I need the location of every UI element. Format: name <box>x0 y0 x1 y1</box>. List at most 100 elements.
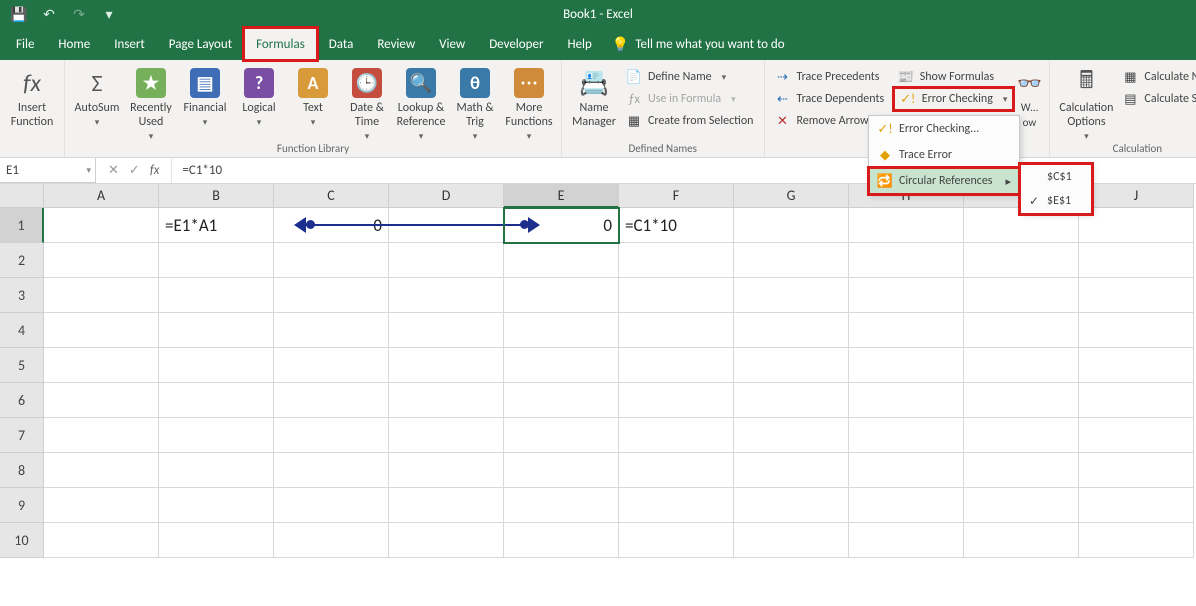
circular-ref-item[interactable]: $C$1 <box>1021 165 1091 189</box>
cell[interactable] <box>619 418 734 453</box>
cell[interactable] <box>849 348 964 383</box>
cell[interactable] <box>389 348 504 383</box>
cell[interactable] <box>504 453 619 488</box>
show-formulas-button[interactable]: 📰Show Formulas <box>894 66 1014 88</box>
cell[interactable] <box>274 383 389 418</box>
cell[interactable] <box>44 313 159 348</box>
column-header[interactable]: J <box>1079 184 1194 208</box>
cell[interactable] <box>619 348 734 383</box>
use-in-formula-button[interactable]: ƒxUse in Formula▾ <box>622 88 758 110</box>
trace-dependents-button[interactable]: ⇠Trace Dependents <box>771 88 892 110</box>
cell[interactable] <box>274 453 389 488</box>
cell[interactable] <box>389 313 504 348</box>
row-header[interactable]: 3 <box>0 278 44 313</box>
cell[interactable] <box>504 348 619 383</box>
cell[interactable] <box>44 383 159 418</box>
cell[interactable] <box>389 488 504 523</box>
cell[interactable] <box>1079 313 1194 348</box>
error-checking-button[interactable]: ✓!Error Checking▾ <box>894 88 1014 110</box>
cell[interactable] <box>1079 243 1194 278</box>
tab-data[interactable]: Data <box>317 28 366 60</box>
tab-formulas[interactable]: Formulas <box>244 28 317 60</box>
cell[interactable] <box>274 348 389 383</box>
cell[interactable] <box>389 453 504 488</box>
column-header[interactable]: G <box>734 184 849 208</box>
cell[interactable] <box>964 348 1079 383</box>
cell[interactable] <box>1079 453 1194 488</box>
cell[interactable] <box>849 278 964 313</box>
cell[interactable] <box>159 278 274 313</box>
cell[interactable] <box>159 243 274 278</box>
save-icon[interactable]: 💾 <box>8 3 30 25</box>
cell[interactable] <box>964 453 1079 488</box>
cell[interactable] <box>849 243 964 278</box>
cell[interactable] <box>504 383 619 418</box>
cell[interactable] <box>159 348 274 383</box>
row-header[interactable]: 7 <box>0 418 44 453</box>
cell[interactable] <box>734 278 849 313</box>
column-header[interactable]: E <box>504 184 619 208</box>
cell[interactable] <box>619 243 734 278</box>
autosum-button[interactable]: ΣAutoSum▾ <box>71 62 123 128</box>
cancel-formula-icon[interactable]: ✕ <box>108 163 119 178</box>
cell[interactable] <box>849 418 964 453</box>
row-header[interactable]: 9 <box>0 488 44 523</box>
column-header[interactable]: C <box>274 184 389 208</box>
select-all-corner[interactable] <box>0 184 44 208</box>
calculate-now-button[interactable]: ▦Calculate Now <box>1118 66 1196 88</box>
row-header[interactable]: 6 <box>0 383 44 418</box>
column-header[interactable]: D <box>389 184 504 208</box>
cell[interactable] <box>159 453 274 488</box>
define-name-button[interactable]: 📄Define Name▾ <box>622 66 758 88</box>
cell[interactable] <box>619 313 734 348</box>
chevron-down-icon[interactable]: ▾ <box>86 165 91 176</box>
cell[interactable] <box>849 488 964 523</box>
qat-customize-icon[interactable]: ▾ <box>98 3 120 25</box>
cell[interactable] <box>274 523 389 558</box>
cell[interactable]: 0 <box>274 208 389 243</box>
cell[interactable] <box>1079 383 1194 418</box>
cell[interactable] <box>159 383 274 418</box>
cell[interactable] <box>274 278 389 313</box>
name-manager-button[interactable]: 📇Name Manager <box>568 62 620 130</box>
cell[interactable] <box>849 453 964 488</box>
row-header[interactable]: 5 <box>0 348 44 383</box>
row-header[interactable]: 4 <box>0 313 44 348</box>
cell[interactable] <box>619 278 734 313</box>
financial-button[interactable]: ▤Financial▾ <box>179 62 231 128</box>
cell[interactable] <box>619 453 734 488</box>
cell[interactable] <box>734 523 849 558</box>
cell[interactable] <box>734 383 849 418</box>
cell[interactable] <box>389 243 504 278</box>
cell[interactable] <box>389 208 504 243</box>
recently-used-button[interactable]: ★Recently Used▾ <box>125 62 177 142</box>
cell[interactable] <box>964 243 1079 278</box>
cell[interactable] <box>159 418 274 453</box>
cell[interactable] <box>44 208 159 243</box>
insert-function-button[interactable]: fx Insert Function <box>6 62 58 130</box>
name-box[interactable]: E1▾ <box>0 158 96 183</box>
cell[interactable]: =E1*A1 <box>159 208 274 243</box>
insert-function-icon[interactable]: fx <box>150 163 160 178</box>
cell[interactable] <box>849 313 964 348</box>
cell[interactable] <box>734 243 849 278</box>
trace-precedents-button[interactable]: ⇢Trace Precedents <box>771 66 892 88</box>
cell[interactable] <box>504 243 619 278</box>
cell[interactable] <box>274 313 389 348</box>
cell[interactable] <box>1079 208 1194 243</box>
cell[interactable] <box>44 348 159 383</box>
cell[interactable] <box>274 488 389 523</box>
column-header[interactable]: B <box>159 184 274 208</box>
cell[interactable] <box>44 243 159 278</box>
cell[interactable] <box>504 488 619 523</box>
date-time-button[interactable]: 🕒Date & Time▾ <box>341 62 393 142</box>
cell[interactable] <box>734 208 849 243</box>
redo-icon[interactable]: ↷ <box>68 3 90 25</box>
cell[interactable] <box>619 488 734 523</box>
cell[interactable] <box>849 523 964 558</box>
lookup-reference-button[interactable]: 🔍Lookup & Reference▾ <box>395 62 447 142</box>
cell[interactable] <box>734 418 849 453</box>
column-header[interactable]: A <box>44 184 159 208</box>
cell[interactable] <box>734 453 849 488</box>
row-header[interactable]: 8 <box>0 453 44 488</box>
